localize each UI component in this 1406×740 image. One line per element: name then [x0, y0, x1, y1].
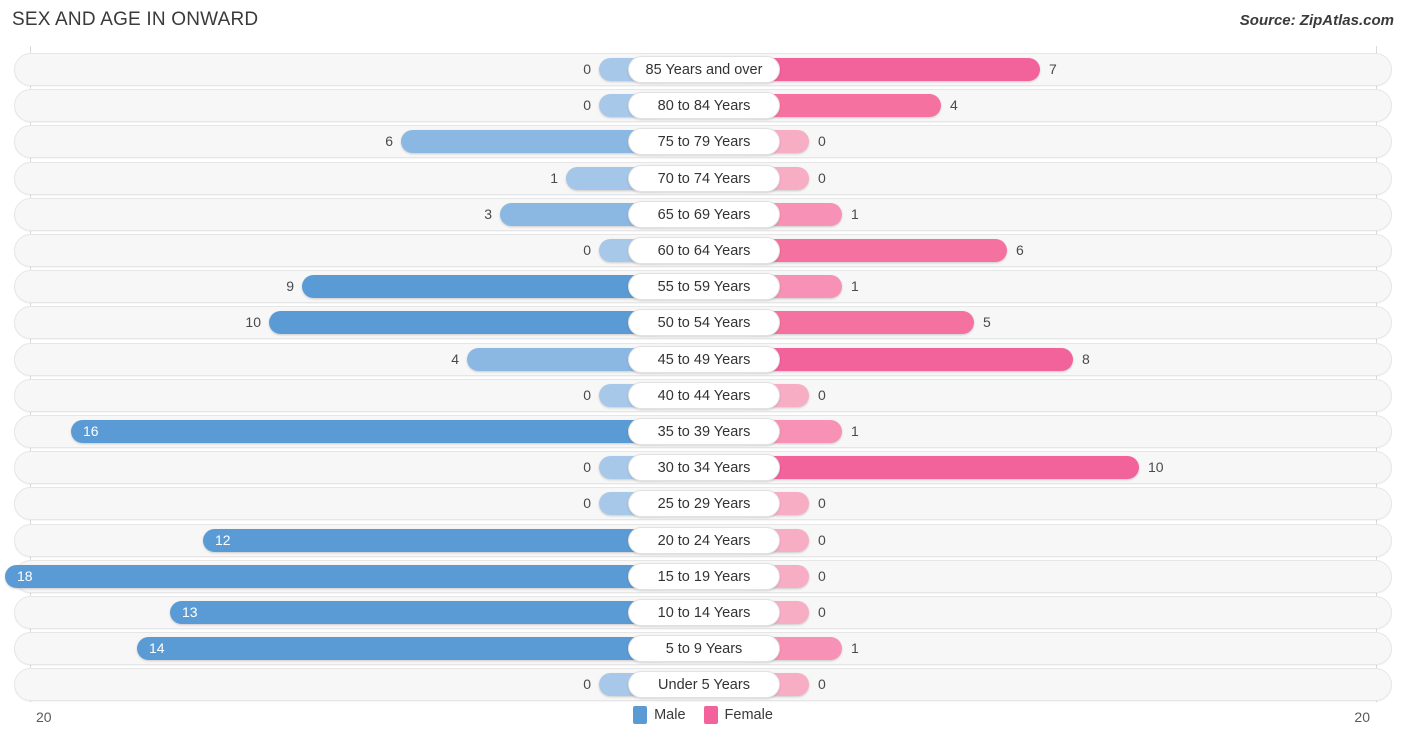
age-group-label: 25 to 29 Years: [628, 490, 780, 518]
age-group-label: 70 to 74 Years: [628, 164, 780, 192]
age-group-row[interactable]: 0 0 Under 5 Years: [14, 668, 1392, 702]
age-group-label: 55 to 59 Years: [628, 273, 780, 301]
female-value-label: 0: [818, 495, 826, 512]
female-value-label: 0: [818, 531, 826, 548]
male-value-label: 0: [583, 242, 591, 258]
female-value-label: 0: [818, 386, 826, 403]
male-bar[interactable]: [170, 601, 669, 624]
chart-legend: Male Female: [0, 706, 1406, 724]
legend-label-female: Female: [724, 707, 773, 723]
female-bar[interactable]: [739, 347, 1073, 371]
male-value-label: 0: [583, 676, 591, 693]
age-group-row[interactable]: 0 6 60 to 64 Years: [14, 234, 1392, 267]
legend-item-male[interactable]: Male: [633, 706, 686, 724]
age-group-row[interactable]: 6 0 75 to 79 Years: [14, 125, 1392, 159]
legend-label-male: Male: [654, 707, 686, 723]
age-group-row[interactable]: 14 1 5 to 9 Years: [14, 632, 1392, 666]
female-value-label: 0: [818, 567, 826, 584]
male-value-label: 9: [286, 278, 294, 295]
age-group-label: Under 5 Years: [628, 671, 780, 699]
legend-swatch-female: [703, 706, 718, 724]
age-group-row[interactable]: 0 4 80 to 84 Years: [14, 89, 1392, 123]
female-value-label: 4: [950, 97, 958, 114]
legend-item-female[interactable]: Female: [703, 706, 773, 724]
age-group-label: 45 to 49 Years: [628, 345, 780, 373]
male-bar[interactable]: [269, 311, 669, 335]
female-value-label: 1: [851, 205, 859, 222]
male-bar[interactable]: [302, 275, 669, 299]
chart-header: SEX AND AGE IN ONWARD Source: ZipAtlas.c…: [0, 0, 1406, 46]
male-value-label: 0: [583, 495, 591, 512]
age-group-label: 80 to 84 Years: [628, 92, 780, 120]
male-value-label: 0: [583, 97, 591, 114]
age-group-label: 65 to 69 Years: [628, 200, 780, 228]
female-value-label: 0: [818, 133, 826, 150]
age-group-row[interactable]: 0 0 40 to 44 Years: [14, 378, 1392, 412]
male-value-label: 10: [245, 314, 261, 331]
female-value-label: 0: [818, 676, 826, 693]
age-group-label: 50 to 54 Years: [628, 309, 780, 337]
age-group-row[interactable]: 0 0 25 to 29 Years: [14, 487, 1392, 521]
male-bar[interactable]: [137, 637, 669, 661]
male-value-label: 1: [550, 169, 558, 186]
age-group-row[interactable]: 18 0 15 to 19 Years: [5, 559, 1392, 593]
age-group-label: 35 to 39 Years: [628, 418, 780, 445]
male-value-label: 12: [215, 531, 231, 548]
female-value-label: 8: [1082, 350, 1090, 367]
legend-swatch-male: [633, 706, 648, 724]
age-group-row[interactable]: 4 8 45 to 49 Years: [14, 342, 1392, 376]
female-value-label: 6: [1016, 242, 1024, 258]
age-group-label: 5 to 9 Years: [628, 635, 780, 663]
chart-footer: 20 20 Male Female: [0, 702, 1406, 740]
male-value-label: 0: [583, 61, 591, 77]
female-value-label: 0: [818, 169, 826, 186]
age-group-row[interactable]: 9 1 55 to 59 Years: [14, 270, 1392, 304]
female-value-label: 10: [1148, 459, 1164, 476]
page-title: SEX AND AGE IN ONWARD: [12, 9, 259, 30]
age-group-row[interactable]: 16 1 35 to 39 Years: [14, 415, 1392, 448]
female-bar[interactable]: [739, 456, 1139, 480]
population-pyramid-chart: 0 7 85 Years and over 0 4 80 to 84 Years 6 0 75 …: [0, 46, 1406, 702]
male-value-label: 0: [583, 459, 591, 476]
age-group-label: 15 to 19 Years: [628, 562, 780, 590]
female-bar[interactable]: [739, 58, 1040, 81]
age-group-label: 60 to 64 Years: [628, 237, 780, 264]
age-group-row[interactable]: 0 7 85 Years and over: [14, 53, 1392, 86]
age-group-row[interactable]: 0 10 30 to 34 Years: [14, 451, 1392, 485]
age-group-label: 40 to 44 Years: [628, 381, 780, 409]
age-group-row[interactable]: 13 0 10 to 14 Years: [14, 596, 1392, 629]
male-value-label: 6: [385, 133, 393, 150]
female-value-label: 0: [818, 604, 826, 620]
age-group-row[interactable]: 3 1 65 to 69 Years: [14, 197, 1392, 231]
male-value-label: 16: [83, 423, 99, 439]
age-group-row[interactable]: 1 0 70 to 74 Years: [14, 161, 1392, 195]
age-group-row[interactable]: 10 5 50 to 54 Years: [14, 306, 1392, 340]
male-value-label: 18: [17, 567, 33, 584]
male-value-label: 13: [182, 604, 198, 620]
source-attribution: Source: ZipAtlas.com: [1239, 12, 1394, 29]
male-value-label: 14: [149, 640, 165, 657]
male-value-label: 3: [484, 205, 492, 222]
male-bar[interactable]: [5, 564, 669, 588]
age-group-row[interactable]: 12 0 20 to 24 Years: [14, 523, 1392, 557]
male-value-label: 4: [451, 350, 459, 367]
age-group-label: 75 to 79 Years: [628, 128, 780, 156]
female-value-label: 5: [983, 314, 991, 331]
male-bar[interactable]: [71, 420, 669, 443]
female-value-label: 7: [1049, 61, 1057, 77]
female-value-label: 1: [851, 640, 859, 657]
age-group-label: 10 to 14 Years: [628, 599, 780, 626]
male-bar[interactable]: [203, 528, 669, 552]
male-value-label: 0: [583, 386, 591, 403]
age-group-label: 20 to 24 Years: [628, 526, 780, 554]
female-value-label: 1: [851, 278, 859, 295]
female-value-label: 1: [851, 423, 859, 439]
age-group-label: 30 to 34 Years: [628, 454, 780, 482]
age-group-label: 85 Years and over: [628, 56, 780, 83]
